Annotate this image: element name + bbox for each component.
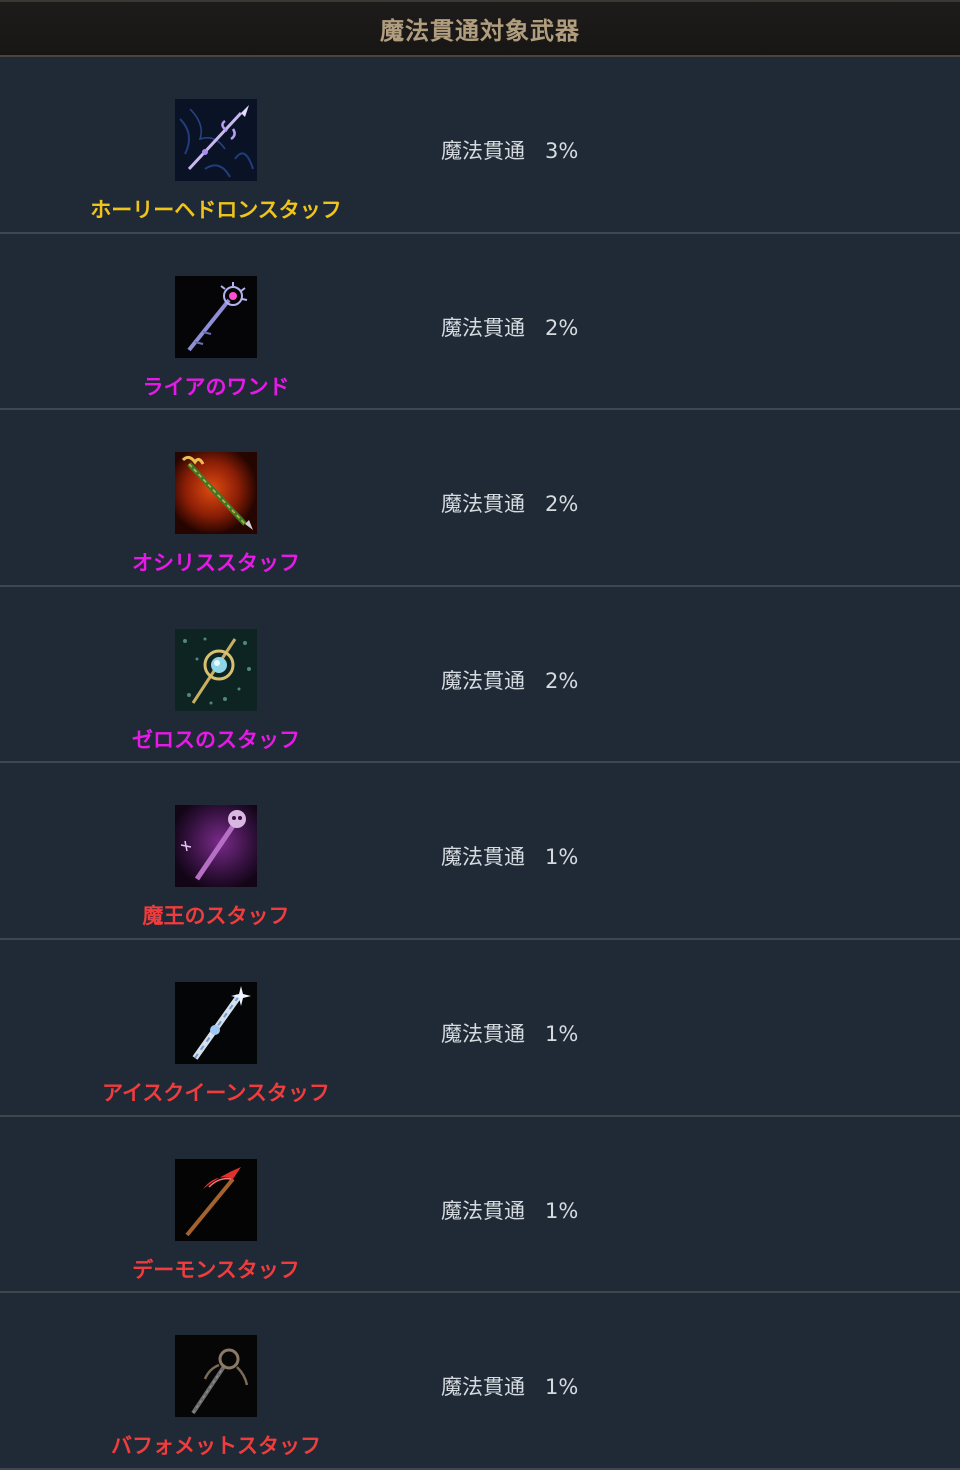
stat-label: 魔法貫通 bbox=[441, 139, 525, 163]
stat-label: 魔法貫通 bbox=[441, 668, 525, 693]
stat-text: 魔法貫通 1% bbox=[441, 1373, 578, 1401]
item-name: ライアのワンド bbox=[142, 374, 290, 399]
table-row: オシリススタッフ 魔法貫通 2% bbox=[0, 410, 960, 587]
table-row: ゼロスのスタッフ 魔法貫通 2% bbox=[0, 586, 960, 764]
item-name: ゼロスのスタッフ bbox=[132, 727, 300, 752]
stat-label: 魔法貫通 bbox=[441, 1198, 525, 1223]
table-row: バフォメットスタッフ 魔法貫通 1% bbox=[0, 1293, 960, 1470]
zeros-staff-icon bbox=[175, 628, 257, 711]
item-name: バフォメットスタッフ bbox=[111, 1434, 321, 1459]
osiris-staff-icon bbox=[175, 452, 257, 535]
demon-king-staff-icon bbox=[175, 805, 257, 888]
table-row: ライアのワンド 魔法貫通 2% bbox=[0, 233, 960, 411]
stat-text: 魔法貫通 2% bbox=[441, 314, 578, 342]
stat-value: 2% bbox=[545, 668, 579, 693]
lyre-wand-icon bbox=[175, 275, 257, 358]
stat-label: 魔法貫通 bbox=[441, 845, 525, 870]
demon-staff-icon bbox=[175, 1158, 257, 1241]
stat-label: 魔法貫通 bbox=[441, 1021, 525, 1046]
stat-label: 魔法貫通 bbox=[441, 315, 525, 340]
stat-value: 1% bbox=[545, 1375, 579, 1400]
item-name: オシリススタッフ bbox=[132, 551, 300, 576]
table-row: 魔王のスタッフ 魔法貫通 1% bbox=[0, 763, 960, 940]
stat-label: 魔法貫通 bbox=[441, 492, 525, 517]
stat-text: 魔法貫通 3% bbox=[441, 137, 578, 165]
stat-value: 2% bbox=[545, 492, 579, 517]
stat-value: 1% bbox=[545, 1198, 579, 1223]
stat-text: 魔法貫通 1% bbox=[441, 1020, 578, 1048]
ice-queen-staff-icon bbox=[175, 981, 257, 1064]
stat-value: 1% bbox=[545, 845, 579, 870]
table-row: デーモンスタッフ 魔法貫通 1% bbox=[0, 1116, 960, 1294]
stat-text: 魔法貫通 2% bbox=[441, 490, 578, 518]
stat-value: 2% bbox=[545, 315, 579, 340]
item-name: デーモンスタッフ bbox=[132, 1257, 300, 1282]
stat-text: 魔法貫通 1% bbox=[441, 1197, 578, 1225]
item-name: ホーリーヘドロンスタッフ bbox=[90, 198, 342, 222]
baphomet-staff-icon bbox=[175, 1335, 257, 1418]
stat-text: 魔法貫通 1% bbox=[441, 843, 578, 871]
table-row: アイスクイーンスタッフ 魔法貫通 1% bbox=[0, 939, 960, 1117]
stat-value: 3% bbox=[545, 139, 579, 163]
table-row: ホーリーヘドロンスタッフ 魔法貫通 3% bbox=[0, 57, 960, 234]
stat-value: 1% bbox=[545, 1021, 579, 1046]
weapon-table: ホーリーヘドロンスタッフ 魔法貫通 3% ライアのワンド 魔法貫通 2% オシリ… bbox=[0, 57, 960, 1470]
holy-hedron-staff-icon bbox=[175, 99, 257, 181]
header-title: 魔法貫通対象武器 bbox=[380, 17, 580, 45]
item-name: アイスクイーンスタッフ bbox=[102, 1080, 330, 1105]
stat-label: 魔法貫通 bbox=[441, 1375, 525, 1400]
item-name: 魔王のスタッフ bbox=[142, 904, 290, 929]
stat-text: 魔法貫通 2% bbox=[441, 667, 578, 695]
table-header: 魔法貫通対象武器 bbox=[0, 0, 960, 57]
